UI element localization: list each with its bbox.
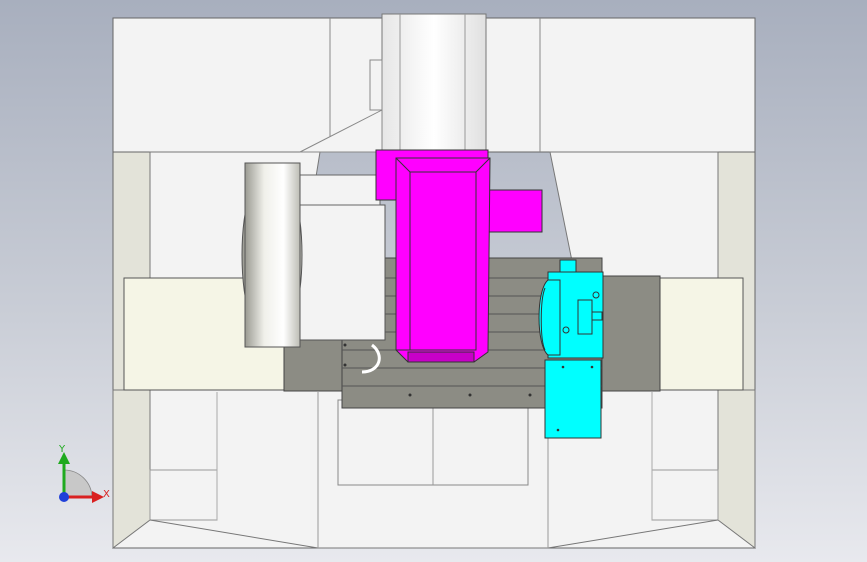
motor-bracket [299,174,381,206]
rotary-gearbox [544,359,602,439]
enclosure-base-left [149,469,218,521]
x-axis-label: X [103,489,110,500]
rotary-unit [538,259,604,439]
spindle-ram-face [409,171,477,351]
coordinate-triad: Y X [58,444,110,503]
enclosure-base-right [651,469,719,521]
z-axis-dot [59,492,69,502]
enclosure-floor-left-shadow [112,389,151,550]
machine-drawing[interactable]: Y X [0,0,867,562]
rotary-faceplate [538,279,561,356]
y-axis-label: Y [58,444,66,455]
triad-plane-arc [63,469,93,498]
spindle-side-arm [487,189,543,233]
column-body [381,13,487,155]
cad-viewport[interactable]: Y X [0,0,867,562]
enclosure-floor [112,389,756,549]
enclosure-floor-right-shadow [717,389,756,550]
